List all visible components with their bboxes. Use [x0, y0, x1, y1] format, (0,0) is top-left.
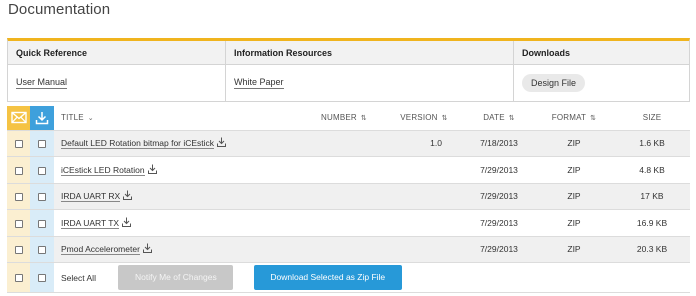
table-footer-row: Select All Notify Me of Changes Download… — [7, 262, 690, 293]
number-cell — [304, 157, 384, 184]
number-cell — [304, 130, 384, 157]
date-column-header[interactable]: DATE ⇅ — [464, 106, 534, 130]
page-title: Documentation — [8, 1, 111, 18]
quick-reference-column: Quick Reference User Manual — [8, 41, 226, 101]
download-file-icon[interactable] — [217, 137, 227, 148]
download-checkbox[interactable] — [38, 166, 46, 175]
notify-checkbox[interactable] — [14, 193, 23, 201]
documentation-table: TITLE ⌄ NUMBER ⇅ VERSION ⇅ DATE ⇅ FORMAT ⇅ SI… — [7, 106, 690, 293]
download-column-header[interactable] — [30, 106, 54, 130]
document-title-link[interactable]: IRDA UART RX — [61, 191, 121, 203]
version-cell: 1.0 — [430, 138, 442, 149]
format-cell: ZIP — [567, 217, 581, 228]
number-header-label: NUMBER — [321, 113, 357, 123]
format-cell: ZIP — [567, 164, 581, 175]
information-resources-column: Information Resources White Paper — [226, 41, 514, 101]
date-cell: 7/18/2013 — [480, 138, 518, 149]
notify-me-of-changes-button[interactable]: Notify Me of Changes — [118, 265, 234, 290]
version-cell — [384, 183, 464, 210]
date-cell: 7/29/2013 — [480, 217, 518, 228]
size-header-label: SIZE — [642, 113, 662, 123]
format-cell: ZIP — [567, 244, 581, 255]
notify-checkbox[interactable] — [14, 246, 23, 254]
downloads-column: Downloads Design File — [514, 41, 689, 101]
size-cell: 4.8 KB — [639, 164, 665, 175]
table-row: Default LED Rotation bitmap for iCEstick… — [7, 130, 690, 157]
download-checkbox[interactable] — [38, 193, 46, 201]
envelope-icon — [10, 112, 27, 124]
version-header-label: VERSION — [400, 113, 438, 123]
format-column-header[interactable]: FORMAT ⇅ — [534, 106, 614, 130]
notify-checkbox[interactable] — [14, 219, 23, 228]
notify-checkbox[interactable] — [14, 140, 23, 148]
download-file-icon[interactable] — [142, 243, 152, 254]
size-cell: 1.6 KB — [639, 138, 665, 149]
sort-icon: ⇅ — [590, 115, 597, 123]
version-column-header[interactable]: VERSION ⇅ — [384, 106, 464, 130]
download-selected-zip-button[interactable]: Download Selected as Zip File — [253, 265, 402, 290]
number-cell — [304, 183, 384, 210]
downloads-header: Downloads — [514, 41, 689, 65]
notify-checkbox[interactable] — [14, 166, 23, 175]
table-row: iCEstick LED Rotation 7/29/2013 ZIP 4.8 … — [7, 156, 690, 184]
date-cell: 7/29/2013 — [480, 191, 518, 202]
document-title-link[interactable]: iCEstick LED Rotation — [61, 164, 145, 176]
download-file-icon[interactable] — [123, 190, 133, 201]
document-title-link[interactable]: Pmod Accelerometer — [61, 244, 140, 256]
format-cell: ZIP — [567, 138, 581, 149]
download-icon — [35, 111, 49, 124]
version-cell — [384, 157, 464, 184]
user-manual-link[interactable]: User Manual — [16, 77, 68, 89]
sort-desc-icon: ⌄ — [87, 115, 94, 123]
sort-icon: ⇅ — [360, 115, 367, 123]
size-cell: 20.3 KB — [636, 244, 668, 255]
number-column-header[interactable]: NUMBER ⇅ — [304, 106, 384, 130]
select-all-label: Select All — [61, 272, 96, 283]
notify-select-all-checkbox[interactable] — [14, 274, 23, 283]
sort-icon: ⇅ — [441, 115, 448, 123]
information-resources-header: Information Resources — [226, 41, 513, 65]
notify-column-header[interactable] — [7, 106, 30, 130]
quick-reference-header: Quick Reference — [8, 41, 225, 65]
size-column-header[interactable]: SIZE — [614, 106, 690, 130]
download-select-all-checkbox[interactable] — [38, 274, 46, 283]
download-file-icon[interactable] — [122, 217, 132, 227]
title-column-header[interactable]: TITLE ⌄ — [54, 106, 304, 130]
number-cell — [304, 210, 384, 237]
size-cell: 16.9 KB — [636, 217, 668, 228]
sort-icon: ⇅ — [508, 115, 515, 123]
table-row: Pmod Accelerometer 7/29/2013 ZIP 20.3 KB — [7, 236, 690, 263]
version-cell — [384, 210, 464, 237]
number-cell — [304, 236, 384, 263]
document-title-link[interactable]: IRDA UART TX — [61, 217, 120, 229]
table-row: IRDA UART TX 7/29/2013 ZIP 16.9 KB — [7, 209, 690, 237]
download-file-icon[interactable] — [147, 164, 157, 174]
date-cell: 7/29/2013 — [480, 244, 518, 255]
download-checkbox[interactable] — [38, 140, 46, 148]
white-paper-link[interactable]: White Paper — [234, 77, 284, 89]
document-title-link[interactable]: Default LED Rotation bitmap for iCEstick — [61, 138, 215, 150]
size-cell: 17 KB — [640, 191, 664, 202]
title-header-label: TITLE — [61, 113, 84, 123]
date-header-label: DATE — [483, 113, 505, 123]
download-checkbox[interactable] — [38, 219, 46, 228]
quick-reference-panel: Quick Reference User Manual Information … — [7, 38, 690, 102]
design-file-button[interactable]: Design File — [522, 74, 586, 92]
format-header-label: FORMAT — [551, 113, 587, 123]
table-row: IRDA UART RX 7/29/2013 ZIP 17 KB — [7, 183, 690, 210]
version-cell — [384, 236, 464, 263]
format-cell: ZIP — [567, 191, 581, 202]
download-checkbox[interactable] — [38, 246, 46, 254]
date-cell: 7/29/2013 — [480, 164, 518, 175]
